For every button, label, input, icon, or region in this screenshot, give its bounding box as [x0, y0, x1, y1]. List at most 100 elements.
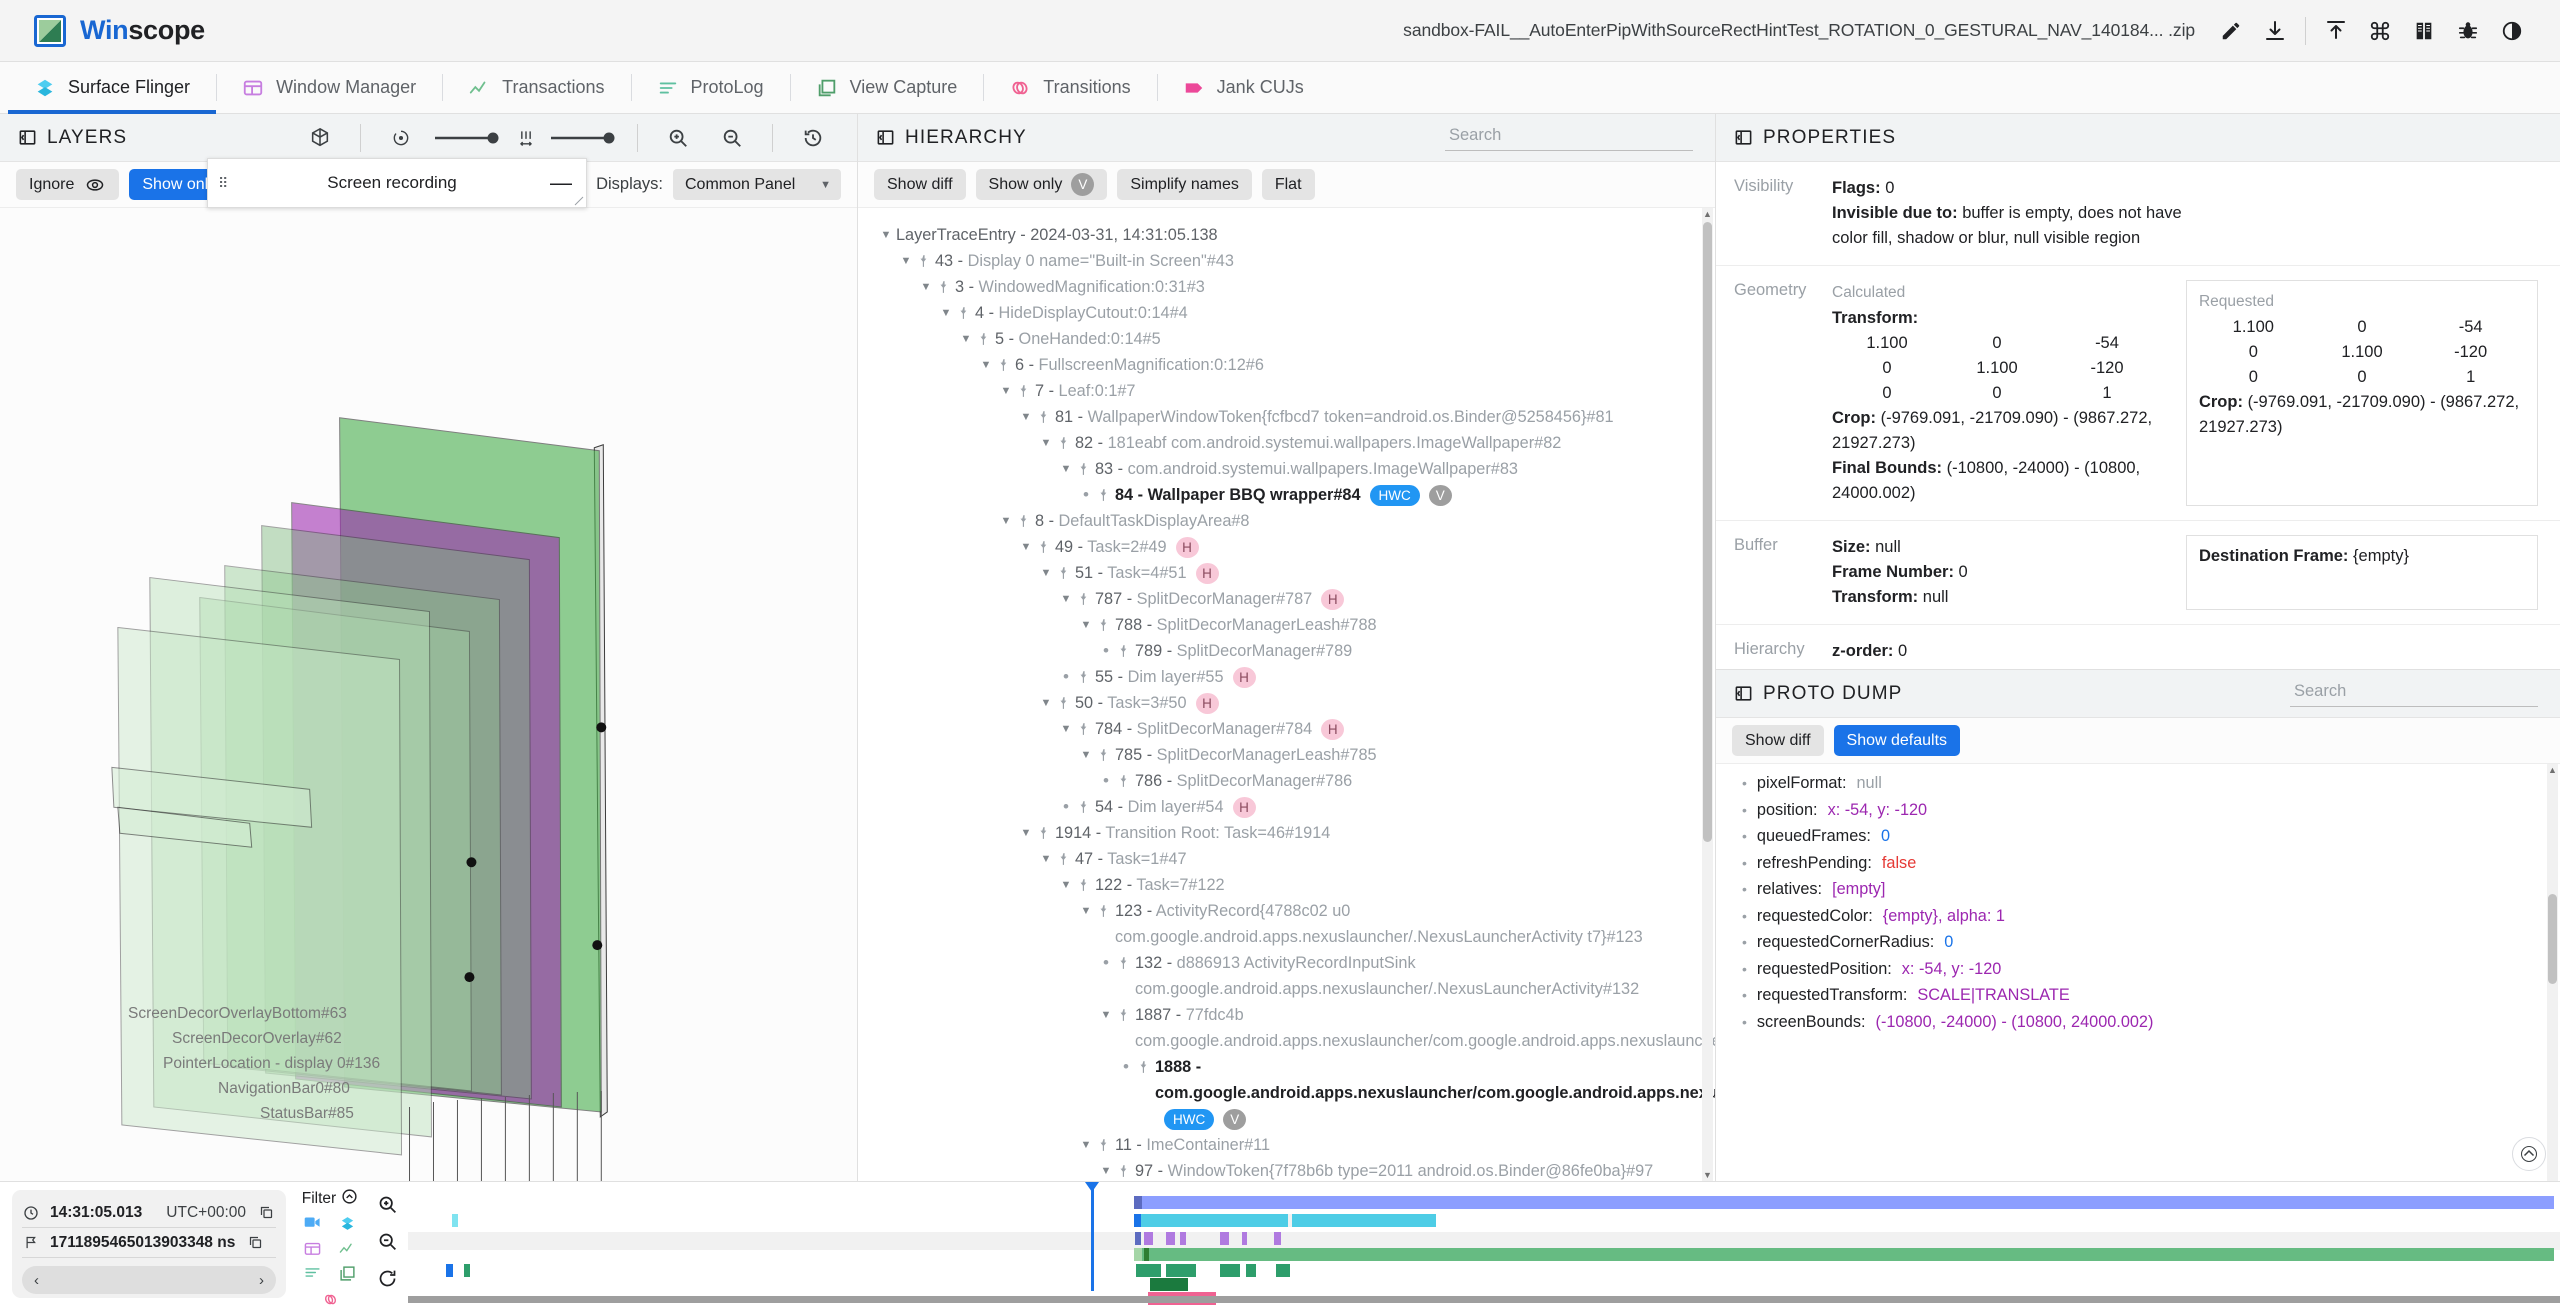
chevron-down-icon[interactable]: ▼ — [996, 508, 1016, 534]
pin-icon[interactable] — [1096, 898, 1112, 924]
window-manager-event[interactable] — [1220, 1232, 1229, 1245]
pin-icon[interactable] — [1136, 1054, 1152, 1080]
reset-view-icon[interactable] — [791, 116, 835, 160]
proto-dump-scrollbar[interactable]: ▲ — [2547, 764, 2558, 1181]
hierarchy-tree-row[interactable]: • 786 - SplitDecorManager#786 — [876, 768, 1709, 794]
hierarchy-tree-row[interactable]: ▼ 122 - Task=7#122 — [876, 872, 1709, 898]
hierarchy-tree-row[interactable]: ▼ 47 - Task=1#47 — [876, 846, 1709, 872]
proto-dump-row[interactable]: • pixelFormat: null — [1742, 774, 2560, 801]
chevron-down-icon[interactable]: ▼ — [1016, 404, 1036, 430]
show-diff-button[interactable]: Show diff — [874, 169, 966, 200]
proto-dump-row[interactable]: • requestedCornerRadius: 0 — [1742, 933, 2560, 960]
docs-icon[interactable] — [2402, 9, 2446, 53]
timeline-horizontal-scrollbar[interactable] — [408, 1296, 2560, 1303]
chevron-down-icon[interactable]: ▼ — [1076, 742, 1096, 768]
screen-recording-filter-icon[interactable] — [304, 1215, 321, 1237]
hierarchy-tree-row[interactable]: ▼ 83 - com.android.systemui.wallpapers.Im… — [876, 456, 1709, 482]
prev-entry-button[interactable]: ‹ — [34, 1272, 39, 1289]
hierarchy-tree-row[interactable]: • 1888 - com.google.android.apps.nexuslau… — [876, 1054, 1715, 1132]
show-defaults-button[interactable]: Show defaults — [1833, 725, 1961, 756]
hierarchy-tree-row[interactable]: ▼ 785 - SplitDecorManagerLeash#785 — [876, 742, 1709, 768]
timestamp-ns-field[interactable]: 1711895465013903348 ns — [22, 1228, 276, 1258]
hierarchy-search-input[interactable] — [1449, 126, 1691, 145]
chevron-down-icon[interactable]: ▼ — [976, 352, 996, 378]
pin-icon[interactable] — [1076, 872, 1092, 898]
ignore-button[interactable]: Ignore — [16, 169, 120, 200]
scroll-up-icon[interactable]: ▲ — [1702, 208, 1713, 220]
view-capture-filter-icon[interactable] — [339, 1265, 356, 1287]
hierarchy-tree-row[interactable]: ▼ 6 - FullscreenMagnification:0:12#6 — [876, 352, 1709, 378]
chevron-down-icon[interactable]: ▼ — [1036, 430, 1056, 456]
pin-icon[interactable] — [1036, 820, 1052, 846]
pin-icon[interactable] — [1076, 716, 1092, 742]
hierarchy-tree-row[interactable]: ▼ 8 - DefaultTaskDisplayArea#8 — [876, 508, 1709, 534]
collapse-panel-icon[interactable] — [1734, 684, 1753, 703]
hierarchy-tree-row[interactable]: • 84 - Wallpaper BBQ wrapper#84 HWC V — [876, 482, 1709, 508]
chevron-down-icon[interactable]: ▼ — [1056, 716, 1076, 742]
chevron-down-icon[interactable]: ▼ — [876, 222, 896, 248]
chevron-down-icon[interactable]: ▼ — [1036, 690, 1056, 716]
hierarchy-tree-row[interactable]: ▼ 51 - Task=4#51 H — [876, 560, 1709, 586]
hierarchy-tree-row[interactable]: ▼ 1887 - 77fdc4b com.google.android.apps.… — [876, 1002, 1715, 1054]
collapse-panel-icon[interactable] — [18, 128, 37, 147]
hierarchy-search-box[interactable] — [1445, 124, 1693, 151]
collapse-panel-icon[interactable] — [876, 128, 895, 147]
protolog-track[interactable] — [1246, 1264, 1256, 1277]
pin-icon[interactable] — [1036, 404, 1052, 430]
timeline-track-area[interactable] — [408, 1182, 2560, 1305]
hierarchy-tree-row[interactable]: ▼ 1914 - Transition Root: Task=46#1914 — [876, 820, 1709, 846]
screen-recording-track[interactable] — [1136, 1196, 2554, 1209]
hierarchy-tree-row[interactable]: ▼ 788 - SplitDecorManagerLeash#788 — [876, 612, 1709, 638]
tab-jank-cujs[interactable]: Jank CUJs — [1156, 62, 1330, 113]
hierarchy-tree-row[interactable]: ▼ 82 - 181eabf com.android.systemui.wallp… — [876, 430, 1709, 456]
surface-flinger-track[interactable] — [1136, 1214, 1436, 1227]
hierarchy-tree-row[interactable]: • 132 - d886913 ActivityRecordInputSink c… — [876, 950, 1709, 1002]
window-manager-event[interactable] — [1242, 1232, 1247, 1245]
screen-recording-window[interactable]: ⠿ Screen recording — — [207, 158, 587, 208]
hierarchy-tree-row[interactable]: ▼ 11 - ImeContainer#11 — [876, 1132, 1709, 1158]
transactions-filter-icon[interactable] — [339, 1241, 356, 1261]
pin-icon[interactable] — [1096, 742, 1112, 768]
pin-icon[interactable] — [1036, 534, 1052, 560]
hierarchy-tree-row[interactable]: ▼ LayerTraceEntry - 2024-03-31, 14:31:05.… — [876, 222, 1709, 248]
hierarchy-tree-row[interactable]: ▼ 97 - WindowToken{7f78b6b type=2011 andr… — [876, 1158, 1709, 1181]
pin-icon[interactable] — [1076, 794, 1092, 820]
pin-icon[interactable] — [1116, 950, 1132, 976]
window-manager-event[interactable] — [1144, 1232, 1153, 1245]
hierarchy-tree-row[interactable]: ▼ 81 - WallpaperWindowToken{fcfbcd7 token… — [876, 404, 1709, 430]
pin-icon[interactable] — [1076, 664, 1092, 690]
pin-icon[interactable] — [1016, 378, 1032, 404]
hierarchy-tree-row[interactable]: ▼ 50 - Task=3#50 H — [876, 690, 1709, 716]
frame-nav[interactable]: ‹ › — [22, 1266, 276, 1294]
drag-handle-icon[interactable]: ⠿ — [218, 176, 234, 190]
proto-dump-row[interactable]: • screenBounds: (-10800, -24000) - (10800,… — [1742, 1013, 2560, 1040]
chevron-down-icon[interactable]: ▼ — [1056, 872, 1076, 898]
proto-dump-search-input[interactable] — [2294, 682, 2536, 701]
shortcuts-icon[interactable] — [2358, 9, 2402, 53]
proto-dump-row[interactable]: • relatives: [empty] — [1742, 880, 2560, 907]
chevron-down-icon[interactable]: ▼ — [1096, 1002, 1116, 1028]
hierarchy-tree-row[interactable]: ▼ 7 - Leaf:0:1#7 — [876, 378, 1709, 404]
protolog-filter-icon[interactable] — [304, 1265, 321, 1287]
scrollbar-thumb[interactable] — [1703, 222, 1712, 842]
pin-icon[interactable] — [1076, 456, 1092, 482]
zoom-in-icon[interactable] — [656, 116, 700, 160]
copy-icon[interactable] — [256, 1205, 276, 1220]
pin-icon[interactable] — [1056, 846, 1072, 872]
timeline-playhead[interactable] — [1085, 1182, 1099, 1291]
chevron-down-icon[interactable]: ▼ — [936, 300, 956, 326]
hierarchy-tree-row[interactable]: ▼ 123 - ActivityRecord{4788c02 u0 com.goo… — [876, 898, 1709, 950]
tab-transitions[interactable]: Transitions — [983, 62, 1156, 113]
chevron-down-icon[interactable]: ▼ — [1076, 898, 1096, 924]
chevron-down-icon[interactable]: ▼ — [916, 274, 936, 300]
collapse-panel-icon[interactable] — [1734, 128, 1753, 147]
pin-icon[interactable] — [1056, 430, 1072, 456]
rotation-slider[interactable] — [433, 129, 503, 147]
pin-icon[interactable] — [1096, 612, 1112, 638]
displays-select[interactable]: Common Panel ▼ — [673, 169, 841, 200]
chevron-down-icon[interactable]: ▼ — [1096, 1158, 1116, 1181]
pin-icon[interactable] — [936, 274, 952, 300]
pin-icon[interactable] — [1116, 638, 1132, 664]
scroll-up-icon[interactable]: ▲ — [2547, 764, 2558, 776]
layers-3d-viewer[interactable]: ScreenDecorOverlayBottom#63 ScreenDecorO… — [0, 208, 857, 1181]
